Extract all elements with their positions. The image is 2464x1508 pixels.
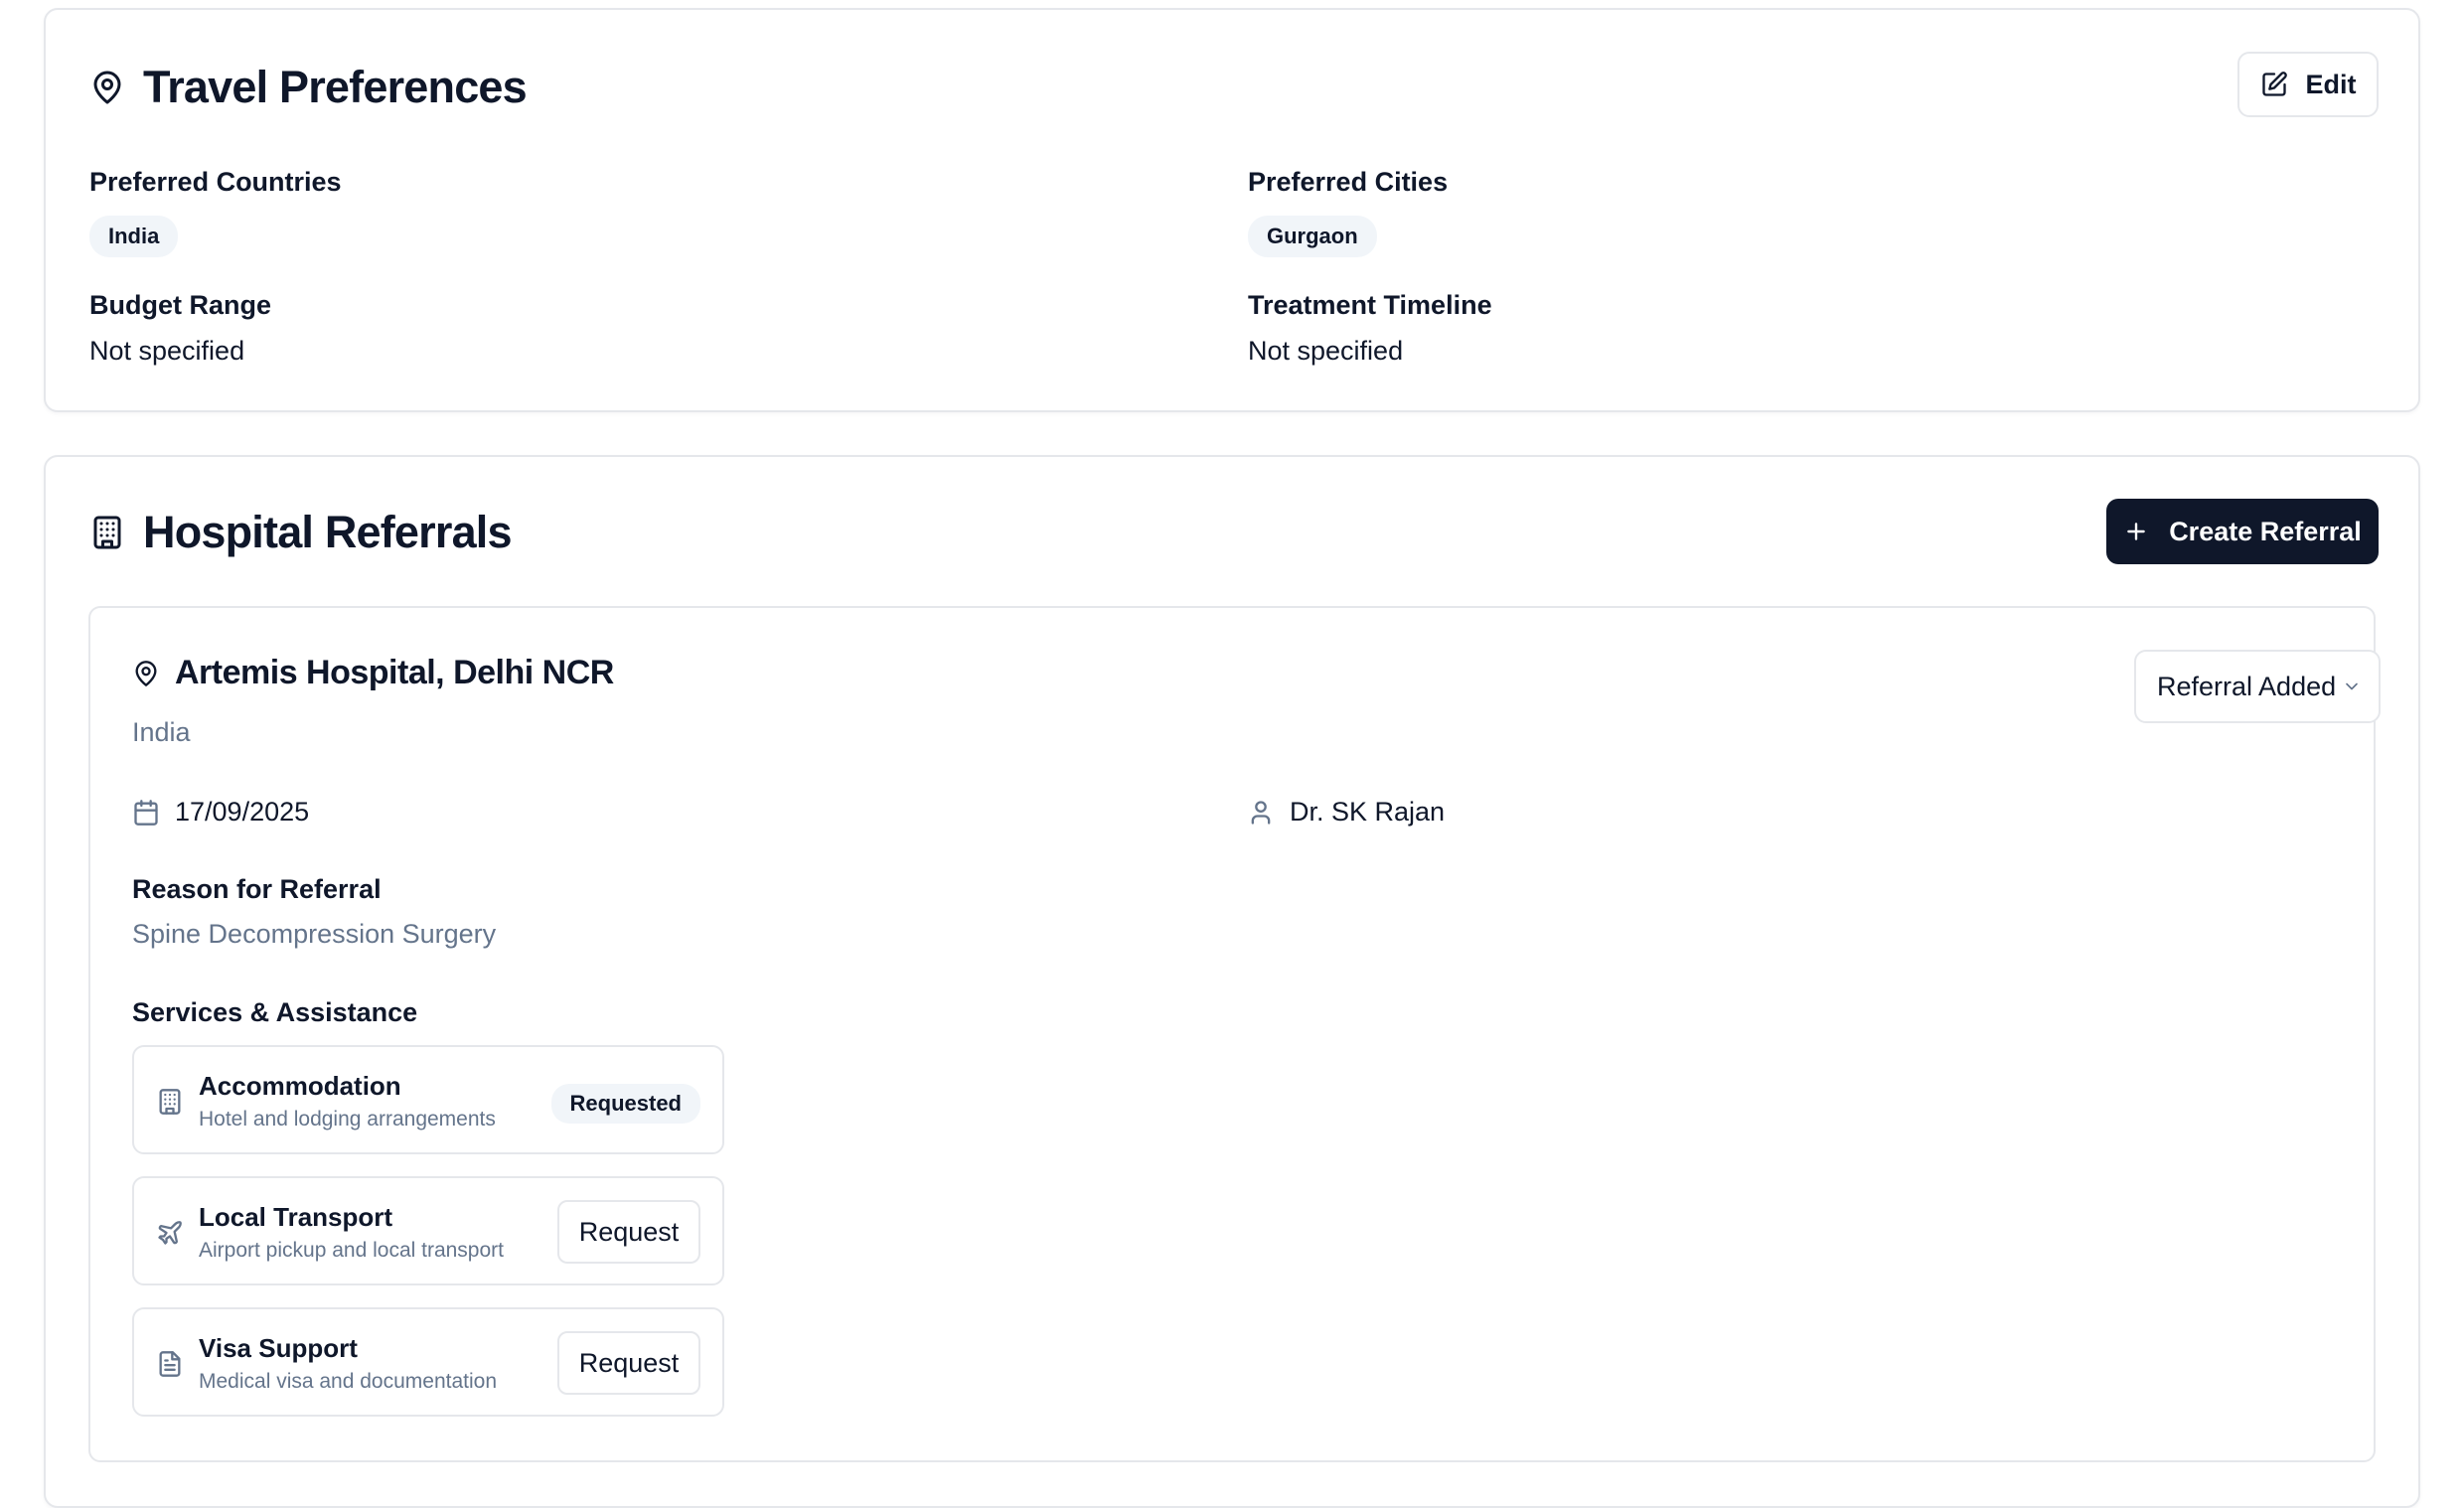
service-title: Visa Support: [199, 1333, 358, 1363]
chevron-down-icon: [2342, 677, 2362, 696]
service-description: Airport pickup and local transport: [199, 1239, 504, 1262]
travel-preferences-header: Travel Preferences: [89, 62, 528, 113]
travel-preferences-card: Travel Preferences Edit Preferred Countr…: [44, 8, 2420, 412]
hospital-name-row: Artemis Hospital, Delhi NCR: [132, 654, 614, 692]
request-visa-button[interactable]: Request: [557, 1331, 700, 1395]
service-description: Hotel and lodging arrangements: [199, 1108, 496, 1131]
preferred-cities-label: Preferred Cities: [1248, 167, 1449, 197]
service-visa-support: Visa Support Medical visa and documentat…: [132, 1307, 724, 1417]
document-icon: [156, 1350, 184, 1378]
plane-icon: [156, 1219, 184, 1247]
hospital-referrals-card: Hospital Referrals Create Referral Artem…: [44, 455, 2420, 1508]
hospital-name: Artemis Hospital, Delhi NCR: [175, 654, 614, 691]
preferred-countries-label: Preferred Countries: [89, 167, 342, 197]
service-description: Medical visa and documentation: [199, 1370, 498, 1393]
budget-range-label: Budget Range: [89, 290, 272, 320]
building-icon: [89, 515, 125, 550]
referral-status-select[interactable]: Referral Added: [2134, 650, 2381, 723]
reason-label: Reason for Referral: [132, 874, 382, 904]
user-icon: [1247, 799, 1275, 827]
plus-icon: [2123, 519, 2149, 544]
service-title: Local Transport: [199, 1202, 393, 1232]
service-title: Accommodation: [199, 1071, 401, 1101]
referral-date-row: 17/09/2025: [132, 797, 309, 828]
referral-card: Artemis Hospital, Delhi NCR India Referr…: [88, 606, 2381, 1462]
calendar-icon: [132, 799, 160, 827]
service-status-badge: Requested: [550, 1084, 700, 1124]
map-pin-icon: [89, 70, 125, 105]
service-accommodation: Accommodation Hotel and lodging arrangem…: [132, 1045, 724, 1154]
country-chip: India: [89, 216, 179, 257]
referral-status-value: Referral Added: [2157, 671, 2337, 701]
section-title: Hospital Referrals: [143, 507, 513, 557]
create-referral-button[interactable]: Create Referral: [2106, 499, 2379, 564]
map-pin-icon: [132, 660, 160, 687]
reason-value: Spine Decompression Surgery: [132, 919, 497, 949]
edit-icon: [2260, 71, 2288, 98]
building-icon: [156, 1088, 184, 1116]
service-local-transport: Local Transport Airport pickup and local…: [132, 1176, 724, 1285]
section-title: Travel Preferences: [143, 62, 528, 112]
referral-doctor: Dr. SK Rajan: [1290, 797, 1446, 827]
referral-doctor-row: Dr. SK Rajan: [1247, 797, 1445, 828]
treatment-timeline-label: Treatment Timeline: [1248, 290, 1492, 320]
referral-date: 17/09/2025: [175, 797, 310, 827]
request-transport-button[interactable]: Request: [557, 1200, 700, 1264]
hospital-referrals-header: Hospital Referrals: [89, 507, 513, 558]
hospital-country: India: [132, 717, 191, 747]
edit-button-label: Edit: [2305, 69, 2357, 99]
services-label: Services & Assistance: [132, 997, 418, 1027]
treatment-timeline-value: Not specified: [1248, 336, 1404, 366]
edit-button[interactable]: Edit: [2237, 52, 2379, 117]
city-chip: Gurgaon: [1248, 216, 1377, 257]
create-referral-label: Create Referral: [2169, 516, 2362, 546]
budget-range-value: Not specified: [89, 336, 245, 366]
